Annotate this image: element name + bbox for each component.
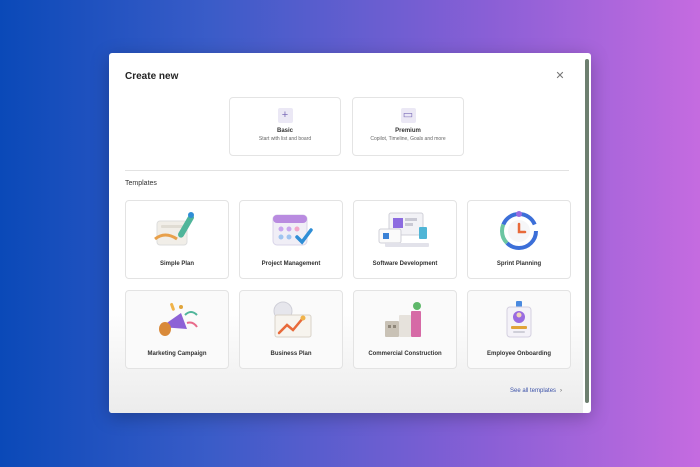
chart-board-icon <box>261 299 321 341</box>
template-business-plan[interactable]: Business Plan <box>239 290 343 369</box>
template-label: Commercial Construction <box>368 351 442 357</box>
basic-plan-option[interactable]: + Basic Start with list and board <box>229 97 341 156</box>
option-subtitle: Copilot, Timeline, Goals and more <box>370 136 446 142</box>
template-project-management[interactable]: Project Management <box>239 200 343 279</box>
badge-icon <box>489 299 549 341</box>
template-software-development[interactable]: Software Development <box>353 200 457 279</box>
template-sprint-planning[interactable]: Sprint Planning <box>467 200 571 279</box>
dialog-title: Create new <box>125 71 179 82</box>
template-simple-plan[interactable]: Simple Plan <box>125 200 229 279</box>
calendar-check-icon <box>261 209 321 251</box>
close-icon[interactable]: ✕ <box>554 70 566 82</box>
template-label: Business Plan <box>270 351 312 357</box>
clock-ring-icon <box>489 209 549 251</box>
see-all-templates-link[interactable]: See all templates › <box>510 388 562 394</box>
template-label: Marketing Campaign <box>147 351 207 357</box>
template-label: Project Management <box>261 261 321 267</box>
template-label: Software Development <box>372 261 438 267</box>
template-employee-onboarding[interactable]: Employee Onboarding <box>467 290 571 369</box>
scrollbar[interactable] <box>585 59 589 403</box>
laptop-icon <box>375 209 435 251</box>
premium-plan-option[interactable]: ▭ Premium Copilot, Timeline, Goals and m… <box>352 97 464 156</box>
create-new-dialog: Create new ✕ + Basic Start with list and… <box>109 53 591 413</box>
premium-plan-icon: ▭ <box>400 108 416 123</box>
templates-heading: Templates <box>125 180 157 187</box>
buildings-icon <box>375 299 435 341</box>
plus-icon: + <box>277 108 293 123</box>
megaphone-icon <box>147 299 207 341</box>
see-all-label: See all templates <box>510 388 557 394</box>
chevron-right-icon: › <box>560 388 563 394</box>
option-title: Premium <box>395 128 421 134</box>
template-label: Sprint Planning <box>496 261 542 267</box>
template-label: Simple Plan <box>159 261 194 267</box>
section-divider <box>125 170 569 171</box>
option-title: Basic <box>276 128 293 134</box>
option-subtitle: Start with list and board <box>258 136 312 142</box>
template-label: Employee Onboarding <box>486 351 551 357</box>
template-marketing-campaign[interactable]: Marketing Campaign <box>125 290 229 369</box>
paint-brush-icon <box>147 209 207 251</box>
template-commercial-construction[interactable]: Commercial Construction <box>353 290 457 369</box>
